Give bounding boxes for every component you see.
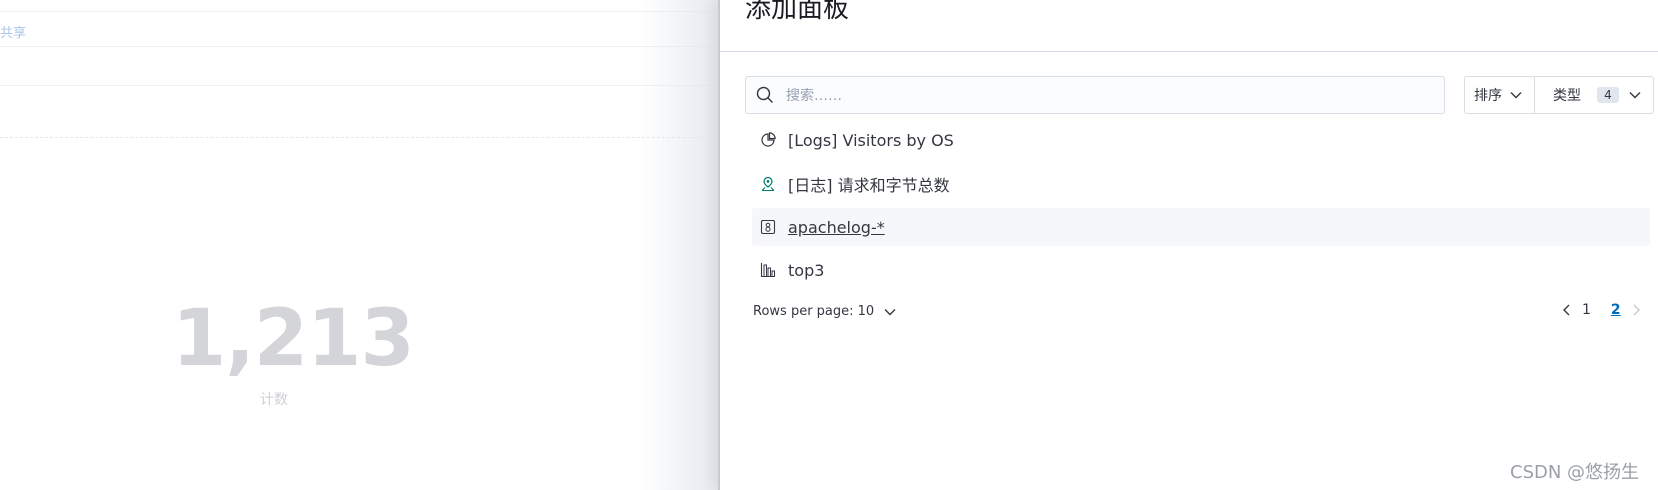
saved-search-icon xyxy=(760,219,776,235)
list-item[interactable]: [Logs] Visitors by OS xyxy=(752,121,1650,159)
type-count-badge: 4 xyxy=(1597,87,1619,103)
bar-chart-icon xyxy=(760,263,775,278)
rows-per-page-label: Rows per page: 10 xyxy=(753,304,875,319)
sort-label: 排序 xyxy=(1474,88,1502,104)
chevron-down-icon xyxy=(1629,92,1641,99)
chevron-left-icon[interactable] xyxy=(1562,304,1572,316)
watermark: CSDN @悠扬生 xyxy=(1510,462,1640,483)
divider xyxy=(0,46,720,47)
divider xyxy=(0,11,720,12)
chevron-down-icon xyxy=(884,308,896,315)
panel-grid-line xyxy=(0,137,720,138)
add-panel-flyout: 添加面板 排序 类型 4 [Logs] Vis xyxy=(718,0,1658,490)
flyout-title: 添加面板 xyxy=(745,0,850,24)
search-input[interactable] xyxy=(784,83,1428,109)
list-item[interactable]: apachelog-* xyxy=(752,208,1650,246)
metric-value: 1,213 xyxy=(172,294,415,384)
filter-group: 排序 类型 4 xyxy=(1464,76,1654,114)
pagination: 1 2 xyxy=(1562,302,1641,318)
overlay-shade xyxy=(640,0,720,490)
search-box[interactable] xyxy=(745,76,1445,114)
metric-label: 计数 xyxy=(260,392,288,408)
map-pin-icon xyxy=(761,176,775,192)
search-icon xyxy=(756,86,773,103)
flyout-header: 添加面板 xyxy=(720,0,1658,52)
list-item-label: [Logs] Visitors by OS xyxy=(788,130,954,150)
list-item[interactable]: top3 xyxy=(752,251,1650,289)
chevron-down-icon xyxy=(1510,92,1522,99)
dashboard-background: 共享 1,213 计数 xyxy=(0,0,720,490)
rows-per-page-button[interactable]: Rows per page: 10 xyxy=(753,304,896,319)
list-item-label: top3 xyxy=(788,260,825,280)
page-1-button[interactable]: 1 xyxy=(1582,302,1591,318)
sort-button[interactable]: 排序 xyxy=(1465,77,1535,113)
type-filter-button[interactable]: 类型 4 xyxy=(1535,77,1653,113)
chevron-right-icon xyxy=(1633,304,1640,316)
page-2-button[interactable]: 2 xyxy=(1611,302,1621,318)
list-item-label: [日志] 请求和字节总数 xyxy=(788,176,950,195)
divider xyxy=(0,85,720,86)
list-item-label: apachelog-* xyxy=(788,217,885,237)
share-link[interactable]: 共享 xyxy=(0,22,26,41)
type-label: 类型 xyxy=(1553,88,1581,104)
pie-chart-icon xyxy=(761,132,776,147)
list-item[interactable]: [日志] 请求和字节总数 xyxy=(752,165,1650,203)
